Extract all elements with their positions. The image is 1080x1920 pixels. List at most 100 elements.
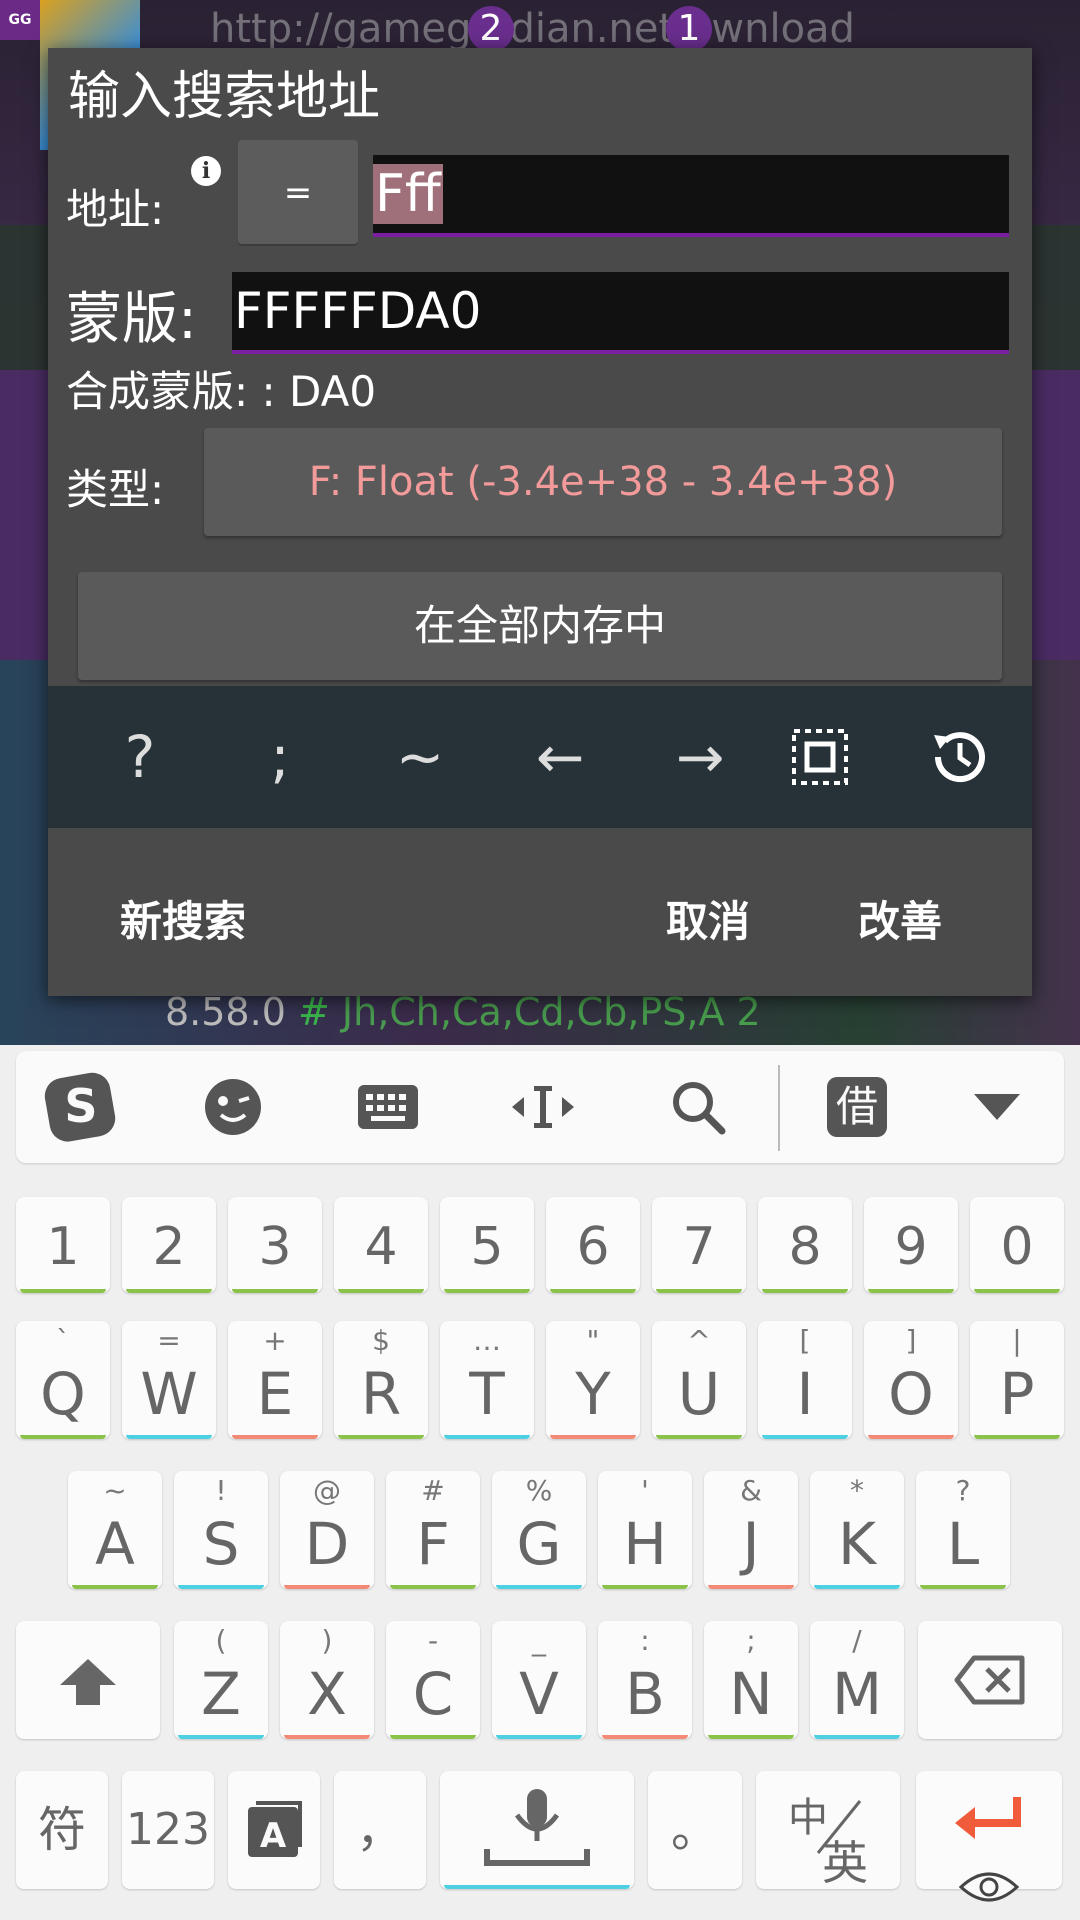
microphone-icon bbox=[484, 1789, 590, 1866]
search-icon[interactable] bbox=[643, 1051, 753, 1163]
key-t[interactable]: … T bbox=[440, 1321, 534, 1439]
helper-key-bar: ? ; ~ ← → bbox=[48, 686, 1032, 828]
key-0[interactable]: 0 bbox=[970, 1197, 1064, 1293]
key-v[interactable]: _ V bbox=[492, 1621, 586, 1739]
key-label: A bbox=[95, 1510, 135, 1578]
key-h[interactable]: ' H bbox=[598, 1471, 692, 1589]
key-sub-label: / bbox=[852, 1624, 862, 1657]
version-text: 8.58.0 bbox=[165, 990, 286, 1034]
key-9[interactable]: 9 bbox=[864, 1197, 958, 1293]
key-sub-label: & bbox=[740, 1474, 762, 1507]
space-key[interactable] bbox=[440, 1771, 634, 1889]
emoji-icon[interactable] bbox=[178, 1051, 288, 1163]
key-sub-label: _ bbox=[532, 1624, 546, 1657]
key-s[interactable]: ! S bbox=[174, 1471, 268, 1589]
key-d[interactable]: @ D bbox=[280, 1471, 374, 1589]
key-y[interactable]: " Y bbox=[546, 1321, 640, 1439]
key-label: C bbox=[412, 1660, 454, 1728]
collapse-icon[interactable] bbox=[942, 1051, 1052, 1163]
key-a[interactable]: ~ A bbox=[68, 1471, 162, 1589]
key-b[interactable]: :B bbox=[598, 1621, 692, 1739]
helper-key-tilde[interactable]: ~ bbox=[350, 686, 490, 828]
handwriting-key[interactable]: A bbox=[228, 1771, 320, 1889]
helper-key-right-arrow[interactable]: → bbox=[630, 686, 770, 828]
clipboard-borrow-icon[interactable]: 借 bbox=[802, 1051, 912, 1163]
key-sub-label: % bbox=[525, 1474, 553, 1507]
cancel-button[interactable]: 取消 bbox=[666, 888, 750, 949]
key-5[interactable]: 5 bbox=[440, 1197, 534, 1293]
helper-key-left-arrow[interactable]: ← bbox=[490, 686, 630, 828]
language-toggle-key[interactable]: 中 英 bbox=[756, 1771, 900, 1890]
key-l[interactable]: ? L bbox=[916, 1471, 1010, 1589]
key-k[interactable]: * K bbox=[810, 1471, 904, 1589]
helper-key-question[interactable]: ? bbox=[70, 686, 210, 828]
key-q[interactable]: ` Q bbox=[16, 1321, 110, 1439]
key-label: 0 bbox=[1000, 1217, 1034, 1277]
key-n[interactable]: ; N bbox=[704, 1621, 798, 1739]
key-label: F bbox=[416, 1510, 450, 1578]
helper-key-semicolon[interactable]: ; bbox=[210, 686, 350, 828]
key-z[interactable]: (Z bbox=[174, 1621, 268, 1739]
memory-range-button[interactable]: 在全部内存中 bbox=[78, 572, 1002, 680]
key-c[interactable]: -C bbox=[386, 1621, 480, 1739]
key-f[interactable]: # F bbox=[386, 1471, 480, 1589]
numbers-key[interactable]: 123 bbox=[122, 1771, 214, 1889]
key-o[interactable]: ] O bbox=[864, 1321, 958, 1439]
key-sub-label: ( bbox=[215, 1624, 227, 1657]
cursor-icon[interactable] bbox=[488, 1051, 598, 1163]
info-icon[interactable]: i bbox=[191, 156, 221, 186]
key-label: U bbox=[677, 1360, 721, 1428]
key-label: G bbox=[516, 1510, 562, 1578]
key-u[interactable]: ^ U bbox=[652, 1321, 746, 1439]
key-j[interactable]: & J bbox=[704, 1471, 798, 1589]
key-i[interactable]: [I bbox=[758, 1321, 852, 1439]
keyboard-icon[interactable] bbox=[333, 1051, 443, 1163]
key-sub-label: = bbox=[157, 1324, 181, 1357]
key-label: 1 bbox=[46, 1217, 80, 1277]
key-sub-label: | bbox=[1012, 1324, 1022, 1357]
shift-key[interactable] bbox=[16, 1621, 160, 1739]
period-key[interactable]: 。 bbox=[648, 1771, 742, 1889]
key-g[interactable]: % G bbox=[492, 1471, 586, 1589]
key-r[interactable]: $ R bbox=[334, 1321, 428, 1439]
key-3[interactable]: 3 bbox=[228, 1197, 322, 1293]
address-input-value: Fff bbox=[373, 164, 443, 224]
lang-divider-icon bbox=[816, 1800, 862, 1854]
key-x[interactable]: ) X bbox=[280, 1621, 374, 1739]
key-7[interactable]: 7 bbox=[652, 1197, 746, 1293]
key-1[interactable]: 1 bbox=[16, 1197, 110, 1293]
enter-icon bbox=[955, 1797, 1021, 1839]
sogou-logo-icon[interactable]: S bbox=[26, 1051, 136, 1163]
symbols-key[interactable]: 符 bbox=[16, 1771, 108, 1889]
key-label: V bbox=[519, 1660, 559, 1728]
key-sub-label: # bbox=[421, 1474, 445, 1507]
comma-key[interactable]: ， bbox=[334, 1771, 426, 1889]
key-label: Z bbox=[201, 1660, 241, 1728]
mask-input[interactable]: FFFFFDA0 bbox=[232, 272, 1009, 354]
history-icon[interactable] bbox=[890, 686, 1030, 828]
type-selector[interactable]: F: Float (-3.4e+38 - 3.4e+38) bbox=[204, 428, 1002, 536]
key-label: E bbox=[256, 1360, 294, 1428]
key-8[interactable]: 8 bbox=[758, 1197, 852, 1293]
key-label: I bbox=[796, 1360, 814, 1428]
backspace-key[interactable] bbox=[918, 1621, 1062, 1739]
new-search-button[interactable]: 新搜索 bbox=[120, 888, 246, 949]
enter-key[interactable] bbox=[916, 1771, 1062, 1902]
refine-button[interactable]: 改善 bbox=[858, 888, 942, 949]
address-input[interactable]: Fff bbox=[373, 155, 1009, 237]
key-p[interactable]: | P bbox=[970, 1321, 1064, 1439]
svg-text:A: A bbox=[260, 1816, 287, 1856]
key-e[interactable]: + E bbox=[228, 1321, 322, 1439]
key-w[interactable]: = W bbox=[122, 1321, 216, 1439]
key-m[interactable]: / M bbox=[810, 1621, 904, 1739]
hash-symbol: # bbox=[297, 990, 330, 1034]
operator-button[interactable]: = bbox=[238, 140, 358, 246]
key-6[interactable]: 6 bbox=[546, 1197, 640, 1293]
key-sub-label: @ bbox=[313, 1474, 341, 1507]
key-4[interactable]: 4 bbox=[334, 1197, 428, 1293]
search-address-dialog: 输入搜索地址 地址: i = Fff 蒙版: FFFFFDA0 合成蒙版: : … bbox=[48, 48, 1032, 996]
select-all-icon[interactable] bbox=[750, 686, 890, 828]
key-label: O bbox=[888, 1360, 934, 1428]
key-2[interactable]: 2 bbox=[122, 1197, 216, 1293]
text-a-icon: A bbox=[248, 1801, 302, 1857]
